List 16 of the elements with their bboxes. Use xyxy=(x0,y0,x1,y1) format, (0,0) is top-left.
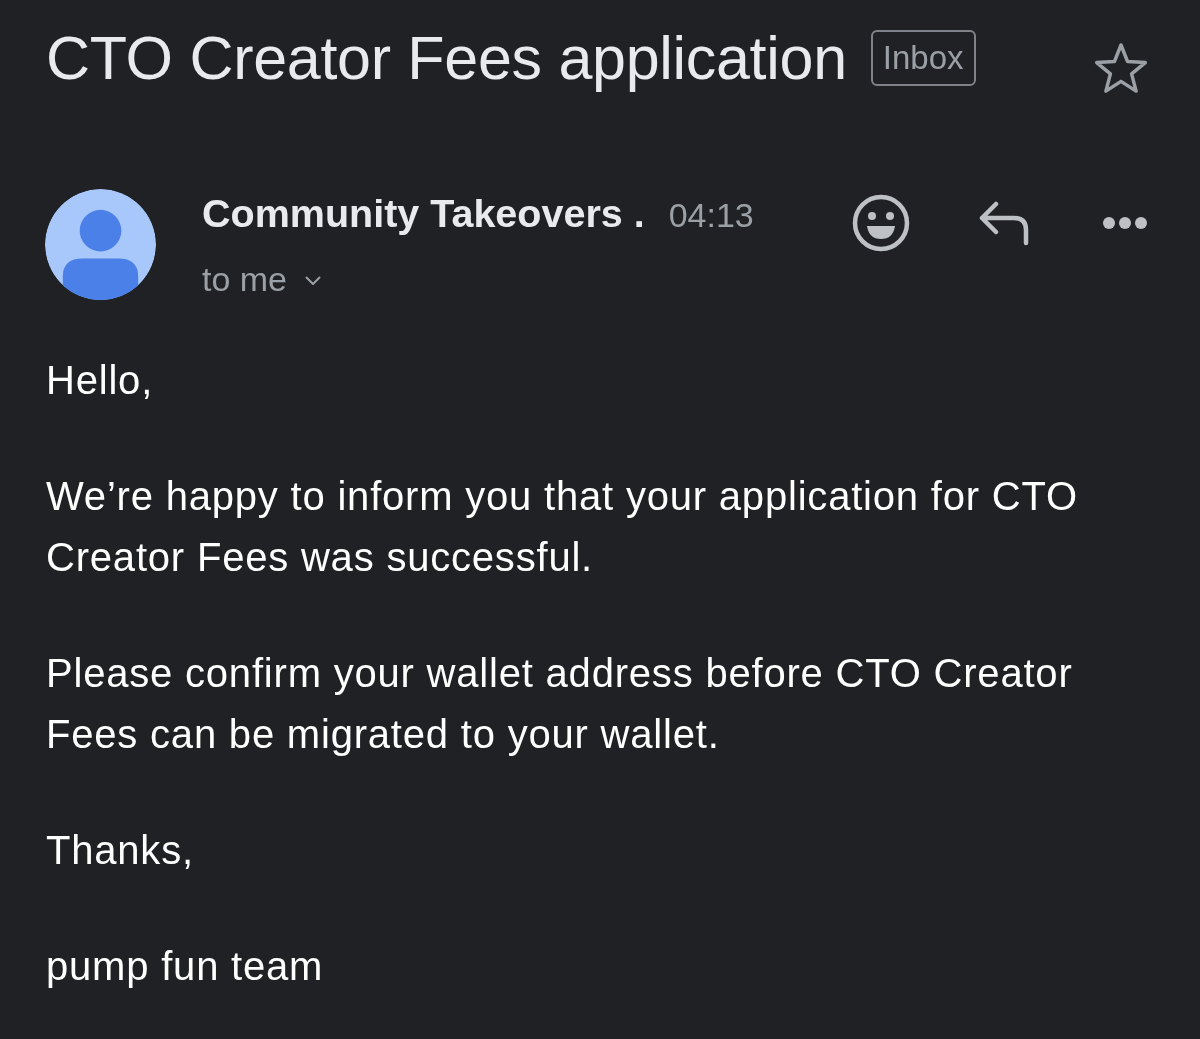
avatar-icon xyxy=(45,189,156,300)
body-paragraph: pump fun team xyxy=(46,943,325,990)
email-subject: CTO Creator Fees application xyxy=(46,25,847,91)
star-icon[interactable] xyxy=(1094,42,1148,94)
reply-icon[interactable] xyxy=(978,200,1030,246)
body-paragraph: Thanks, xyxy=(46,827,195,874)
inbox-label[interactable]: Inbox xyxy=(870,30,976,86)
more-options-icon[interactable] xyxy=(1102,216,1148,230)
recipient-text[interactable]: to me xyxy=(202,259,288,299)
body-paragraph: Please confirm your wallet address before CTO Creator Fees can be migrated to your wallet. xyxy=(46,650,1074,758)
message-time: 04:13 xyxy=(668,195,754,235)
smiley-icon[interactable] xyxy=(852,194,910,252)
body-paragraph: We’re happy to inform you that your application for CTO Creator Fees was successful. xyxy=(46,473,1079,581)
sender-name: Community Takeovers . xyxy=(202,193,645,233)
chevron-down-icon[interactable] xyxy=(305,276,322,286)
body-paragraph: Hello, xyxy=(46,357,155,404)
